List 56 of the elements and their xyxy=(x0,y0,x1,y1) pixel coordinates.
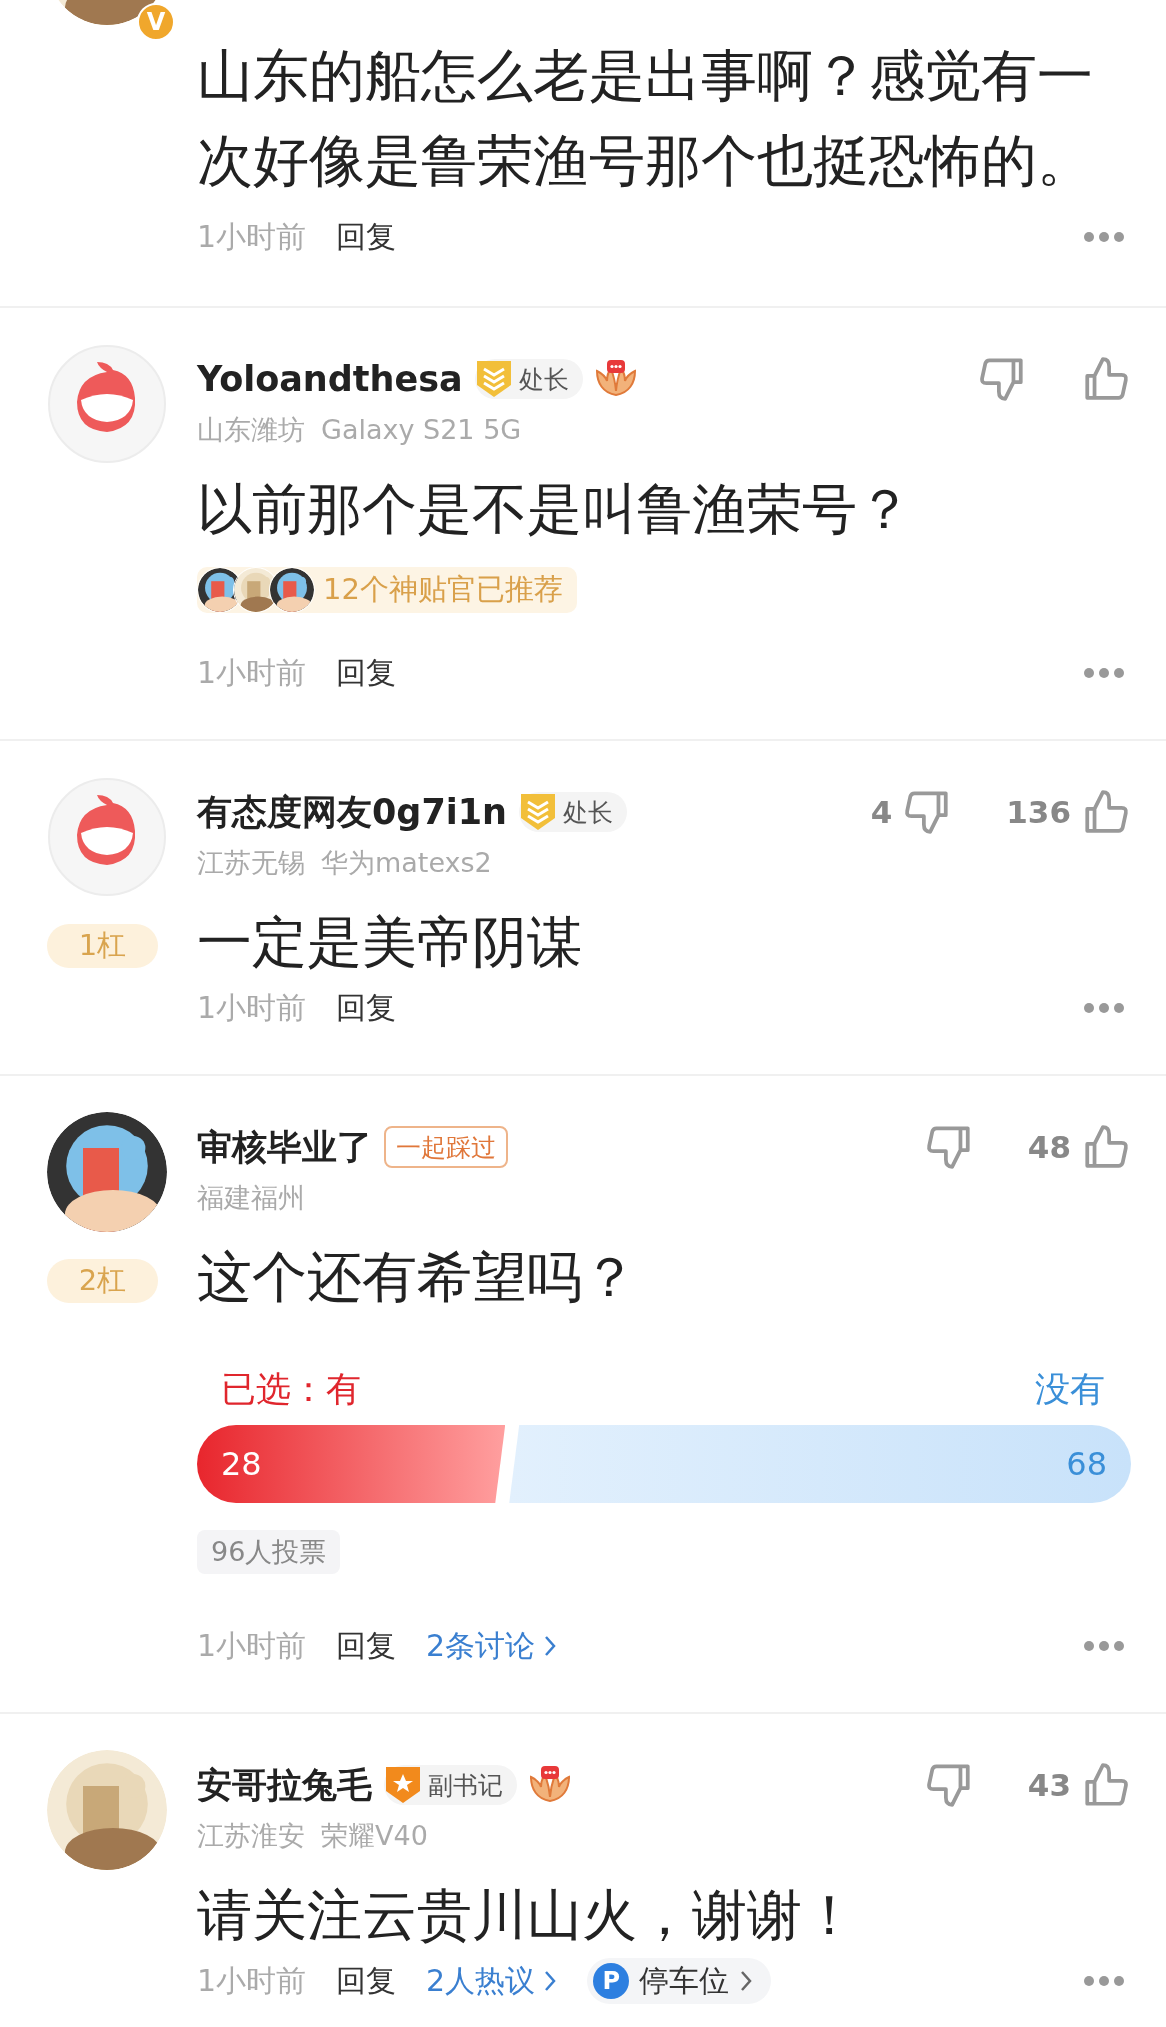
reply-link[interactable]: 回复 xyxy=(336,1960,397,2002)
poll-count: 28 xyxy=(221,1445,262,1483)
dislike-count: 4 xyxy=(870,794,893,830)
reply-link[interactable]: 回复 xyxy=(336,216,397,258)
rank-title: 副书记 xyxy=(428,1769,503,1802)
comment-time: 1小时前 xyxy=(197,653,307,692)
comment-time: 1小时前 xyxy=(197,1961,307,2000)
comment-text: 请关注云贵川山火，谢谢！ xyxy=(197,1882,858,1949)
user-location: 山东潍坊 xyxy=(197,414,305,446)
more-icon[interactable] xyxy=(1083,667,1125,679)
chevron-icon xyxy=(739,1969,754,1993)
comment-text: 一定是美帝阴谋 xyxy=(197,909,583,976)
like-count: 48 xyxy=(1027,1129,1071,1165)
more-icon[interactable] xyxy=(1083,231,1125,243)
discussion-link[interactable]: 2人热议 xyxy=(426,1960,558,2002)
user-name[interactable]: 有态度网友0g7i1n xyxy=(197,788,508,836)
like-count: 43 xyxy=(1027,1767,1071,1803)
user-location: 福建福州 xyxy=(197,1182,305,1214)
topic-pill[interactable]: P 停车位 xyxy=(587,1958,772,2004)
discussion-link[interactable]: 2条讨论 xyxy=(426,1625,558,1667)
user-device: Galaxy S21 5G xyxy=(321,414,522,446)
rank-badge: 1杠 xyxy=(47,924,158,968)
user-location: 江苏淮安 xyxy=(197,1820,305,1852)
rank-title: 处长 xyxy=(518,363,569,396)
chevron-icon xyxy=(543,1634,558,1658)
comment-time: 1小时前 xyxy=(197,988,307,1027)
comment-time: 1小时前 xyxy=(197,1626,307,1665)
comment-time: 1小时前 xyxy=(197,217,307,256)
reply-link[interactable]: 回复 xyxy=(336,652,397,694)
poll-option[interactable]: 已选：有 xyxy=(221,1367,361,1411)
rank-title: 一起踩过 xyxy=(396,1131,496,1164)
more-icon[interactable] xyxy=(1083,1640,1125,1652)
more-icon[interactable] xyxy=(1083,1002,1125,1014)
user-device: 荣耀V40 xyxy=(321,1820,428,1852)
more-icon[interactable] xyxy=(1083,1975,1125,1987)
reply-link[interactable]: 回复 xyxy=(336,1625,397,1667)
avatar-logo[interactable] xyxy=(47,344,167,464)
user-name[interactable]: 安哥拉兔毛 xyxy=(197,1761,372,1809)
comment-text: 山东的船怎么老是出事啊？感觉有一次好像是鲁荣渔号那个也挺恐怖的。 xyxy=(197,42,1094,195)
poll-bar[interactable]: 28 68 xyxy=(197,1425,1131,1503)
verified-badge: V xyxy=(137,3,175,41)
user-name[interactable]: Yoloandthesa xyxy=(197,359,463,399)
avatar-logo[interactable] xyxy=(47,777,167,897)
reply-link[interactable]: 回复 xyxy=(336,987,397,1029)
vote-count: 96人投票 xyxy=(197,1530,341,1574)
like-count: 136 xyxy=(1006,794,1071,830)
comment-text: 这个还有希望吗？ xyxy=(197,1244,638,1311)
user-location: 江苏无锡 xyxy=(197,847,305,879)
user-name[interactable]: 审核毕业了 xyxy=(197,1123,372,1171)
rank-title: 处长 xyxy=(563,796,614,829)
poll-count: 68 xyxy=(1066,1445,1107,1483)
comment-text: 以前那个是不是叫鲁渔荣号？ xyxy=(197,476,913,543)
parking-icon: P xyxy=(593,1963,630,1999)
rank-badge: 2杠 xyxy=(47,1259,158,1303)
chevron-icon xyxy=(543,1969,558,1993)
user-device: 华为matexs2 xyxy=(321,847,492,879)
